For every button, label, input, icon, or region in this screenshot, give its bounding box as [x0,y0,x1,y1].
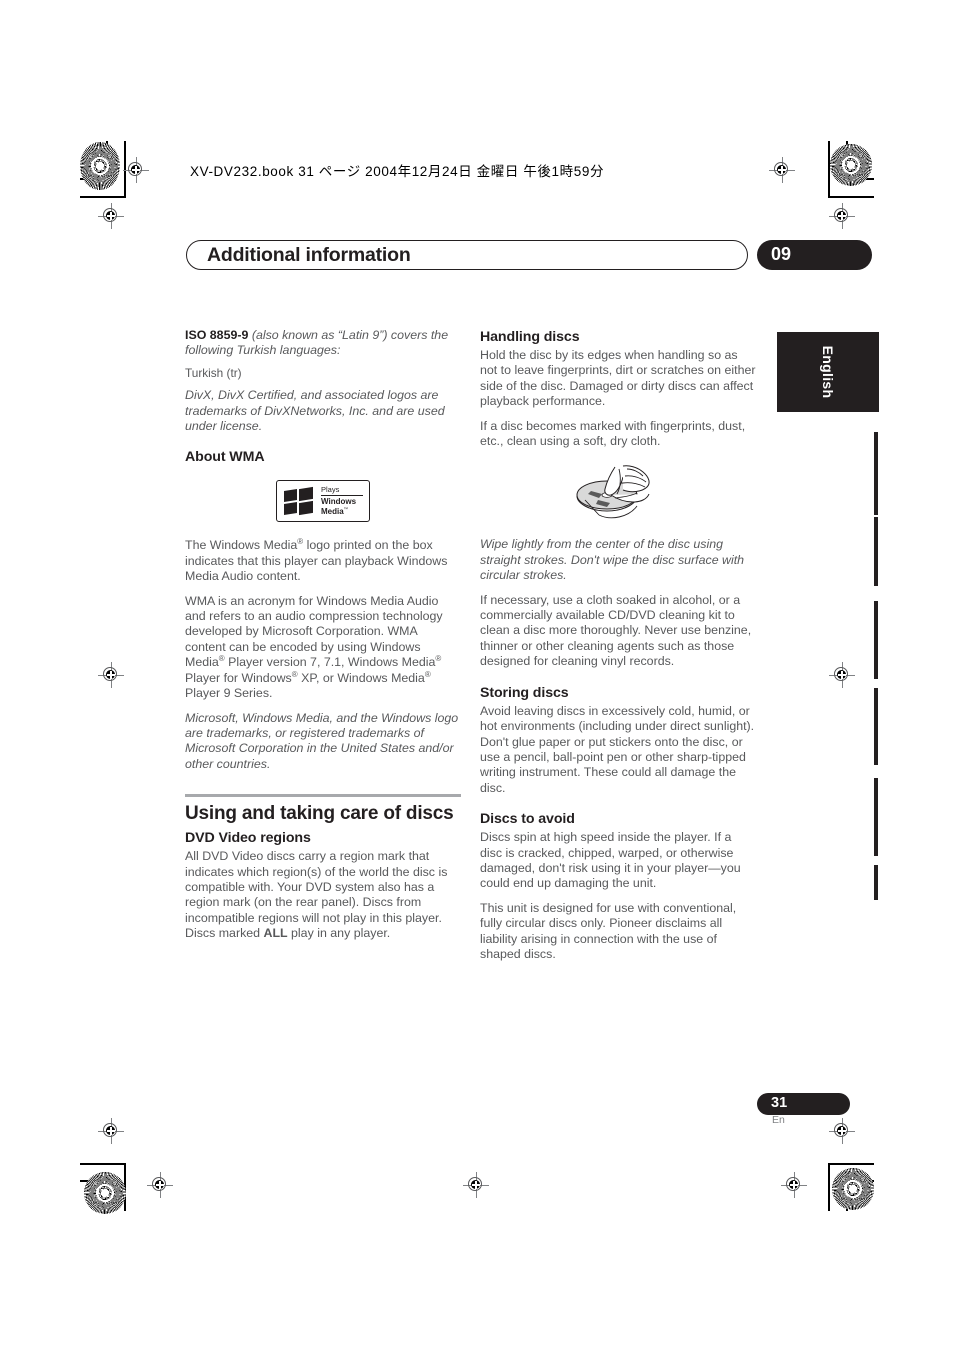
language-side-tab: English [777,332,879,412]
registration-mark-bottom-center [463,1172,489,1198]
color-target-mark-top-left [80,142,120,190]
logo-windows-text: Windows [321,497,357,507]
dvd-video-regions-heading: DVD Video regions [185,830,311,847]
chapter-title: Additional information [207,244,411,266]
logo-media-text: Media™ [321,506,349,517]
thumb-index-tab-5 [874,778,878,856]
thumb-index-tab-6 [874,865,878,900]
handling-discs-paragraph-1: Hold the disc by its edges when handling… [480,348,756,409]
crop-mark-bottom-right-vertical [828,1163,830,1211]
page-number-pill: 31 [757,1093,850,1115]
registration-mark-right-middle [829,662,855,688]
handling-discs-heading: Handling discs [480,329,580,345]
storing-discs-paragraph: Avoid leaving discs in excessively cold,… [480,703,755,795]
iso-standard-label: ISO 8859-9 [185,328,249,342]
plays-for-sure-windows-media-logo: ™ Plays Windows Media™ [276,480,370,523]
left-text-column: ISO 8859-9 (also known as “Latin 9”) cov… [185,328,461,951]
color-target-mark-top-right [830,144,872,186]
registration-mark-bottom-left [147,1172,173,1198]
logo-plays-text: Plays [321,485,363,497]
registration-mark-top-left [123,157,149,183]
wma-p2-part-d: XP, or Windows Media [297,670,425,685]
registration-mark-left-lower [98,1118,124,1144]
registration-mark-left-upper [98,203,124,229]
region-all-label: ALL [263,926,288,941]
color-target-mark-bottom-right [832,1168,874,1210]
handling-discs-paragraph-2: If a disc becomes marked with fingerprin… [480,418,746,449]
page-number: 31 [771,1095,788,1111]
thumb-index-tab-1 [874,432,878,515]
wma-p2-part-c: Player for Windows [185,670,292,685]
right-text-column: Handling discs Hold the disc by its edge… [480,328,756,971]
microsoft-trademark-paragraph: Microsoft, Windows Media, and the Window… [185,710,459,771]
language-side-tab-label: English [820,345,836,399]
dvd-video-regions-paragraph: All DVD Video discs carry a region mark … [185,849,461,941]
wipe-instruction-caption: Wipe lightly from the center of the disc… [480,537,745,583]
book-file-header-line: XV-DV232.book 31 ページ 2004年12月24日 金曜日 午後1… [190,164,605,179]
divx-trademark-paragraph: DivX, DivX Certified, and associated log… [185,388,445,434]
crop-mark-bottom-left-horizontal [80,1163,126,1165]
iso-paragraph: ISO 8859-9 (also known as “Latin 9”) cov… [185,328,461,359]
registration-mark-right-upper [829,203,855,229]
discs-to-avoid-heading: Discs to avoid [480,811,575,828]
disc-cleaning-paragraph: If necessary, use a cloth soaked in alco… [480,592,752,669]
thumb-index-tab-3 [874,601,878,679]
crop-mark-top-right-vertical [828,141,830,197]
disc-wiping-illustration [576,465,650,519]
windows-flag-trademark-symbol: ™ [308,508,313,515]
crop-mark-bottom-right-horizontal [828,1163,874,1165]
color-target-mark-bottom-left [84,1172,126,1214]
thumb-index-tab-4 [874,688,878,765]
storing-discs-heading: Storing discs [480,684,569,701]
using-and-taking-care-of-discs-heading: Using and taking care of discs [185,803,454,825]
registered-symbol: ® [424,669,431,679]
turkish-language-line: Turkish (tr) [185,365,242,380]
section-divider-rule [185,794,461,798]
dvd-regions-part-b: play in any player. [287,926,391,941]
registration-mark-left-middle [98,662,124,688]
wma-p1-part-a: The Windows Media [185,538,298,553]
chapter-header-bar: Additional information [186,240,748,270]
registration-mark-right-lower [829,1118,855,1144]
page-language-code: En [772,1114,785,1126]
thumb-index-tab-2 [874,517,878,586]
wma-p2-part-b: Player version 7, 7.1, Windows Media [224,655,436,670]
discs-to-avoid-paragraph-1: Discs spin at high speed inside the play… [480,830,741,891]
registered-symbol: ® [435,654,442,664]
chapter-number: 09 [771,244,792,264]
registration-mark-top-right [769,157,795,183]
about-wma-heading: About WMA [185,449,265,466]
wma-definition-paragraph: WMA is an acronym for Windows Media Audi… [185,594,461,702]
registration-mark-bottom-right [781,1172,807,1198]
wma-p2-part-e: Player 9 Series. [185,686,273,701]
crop-mark-top-left-horizontal [80,196,126,198]
chapter-number-pill: 09 [757,240,872,270]
crop-mark-top-right-horizontal [828,196,874,198]
wma-logo-explanation-paragraph: The Windows Media® logo printed on the b… [185,538,461,584]
discs-to-avoid-paragraph-2: This unit is designed for use with conve… [480,900,737,961]
